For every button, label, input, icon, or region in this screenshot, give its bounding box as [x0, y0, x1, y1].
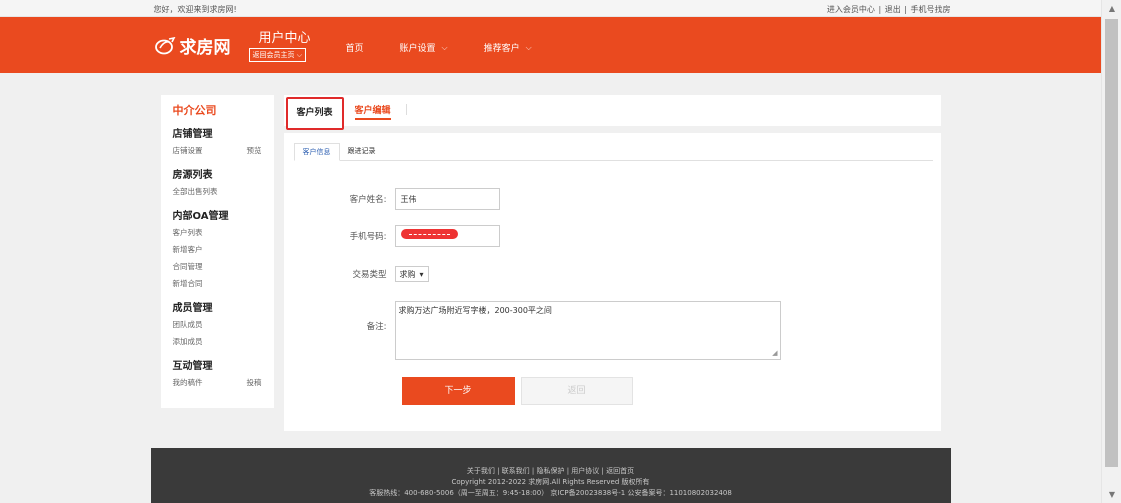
chevron-down-icon: ⌵: [296, 51, 303, 59]
back-to-member-home-button[interactable]: 返回会员主页 ⌵: [248, 48, 307, 62]
tab-customer-list[interactable]: 客户列表: [285, 97, 344, 130]
tab-follow-up-records[interactable]: 跟进记录: [340, 143, 384, 161]
sidebar-item-add-member[interactable]: 添加成员: [173, 335, 262, 352]
sidebar-company-title: 中介公司: [172, 104, 217, 117]
vertical-scrollbar[interactable]: ▲ ▼: [1101, 0, 1121, 503]
back-to-member-home-label: 返回会员主页: [252, 51, 295, 59]
next-button[interactable]: 下一步: [401, 377, 515, 405]
trade-type-select[interactable]: 求购 ▾: [394, 266, 429, 282]
name-field[interactable]: 王伟: [394, 188, 500, 210]
name-label: 客户姓名:: [349, 195, 387, 205]
sidebar-item-label: 我的稿件: [172, 378, 203, 387]
trade-type-value: 求购: [399, 269, 416, 279]
note-value: 求购万达广场附近写字楼，200-300平之间: [398, 306, 552, 315]
tab-customer-info[interactable]: 客户信息: [293, 143, 340, 161]
logo[interactable]: 求房网: [154, 33, 231, 58]
sidebar-item-add-contract[interactable]: 新增合同: [173, 277, 262, 294]
sidebar-item-contract-management[interactable]: 合同管理: [173, 260, 262, 277]
phone-field[interactable]: [394, 225, 500, 247]
sidebar-item-all-sale-list[interactable]: 全部出售列表: [173, 185, 262, 202]
logout-link[interactable]: 退出: [885, 5, 901, 14]
nav-item-label: 推荐客户: [483, 44, 520, 54]
nav-item-recommend-customers[interactable]: 推荐客户 ⌵: [483, 41, 532, 55]
sidebar: 中介公司 店铺管理 店铺设置 预览 房源列表 全部出售列表 内部OA管理 客户列…: [160, 95, 274, 408]
resize-handle-icon[interactable]: ◢: [772, 349, 777, 357]
content: 客户列表 客户编辑 客户信息 跟进记录 客户姓名: 王伟 手机号码: 交易类型 …: [283, 95, 941, 431]
sidebar-group-title: 内部OA管理: [172, 211, 229, 222]
main-nav: 首页 账户设置 ⌵ 推荐客户 ⌵: [346, 41, 568, 55]
sidebar-item-my-articles[interactable]: 我的稿件 投稿: [173, 376, 262, 393]
page: 您好，欢迎来到求房网! 进入会员中心 | 退出 | 手机号找房 求房网 用户中心: [0, 0, 1101, 503]
main: 中介公司 店铺管理 店铺设置 预览 房源列表 全部出售列表 内部OA管理 客户列…: [160, 73, 941, 431]
footer-contact: 客服热线：400-680-5006（周一至周五：9:45-18:00） 京ICP…: [369, 489, 732, 497]
redacted-phone-number: [400, 229, 458, 239]
footer-copyright: Copyright 2012-2022 求房网.All Rights Reser…: [451, 478, 650, 486]
top-bar: 您好，欢迎来到求房网! 进入会员中心 | 退出 | 手机号找房: [0, 0, 1101, 17]
note-label: 备注:: [366, 322, 387, 332]
sidebar-item-customer-list[interactable]: 客户列表: [173, 226, 262, 243]
sidebar-item-team-members[interactable]: 团队成员: [173, 318, 262, 335]
chevron-down-icon: ▾: [419, 269, 424, 279]
nav-item-label: 账户设置: [399, 44, 436, 54]
scroll-down-icon[interactable]: ▼: [1102, 486, 1121, 503]
welcome-text: 您好，欢迎来到求房网!: [153, 5, 237, 14]
phone-row: 手机号码:: [284, 225, 500, 247]
separator: |: [904, 5, 907, 14]
sidebar-item-submit[interactable]: 投稿: [247, 376, 262, 390]
chevron-down-icon: ⌵: [525, 42, 532, 52]
top-tabs: 客户列表 客户编辑: [283, 95, 941, 130]
chevron-down-icon: ⌵: [441, 42, 448, 52]
sidebar-item-add-customer[interactable]: 新增客户: [173, 243, 262, 260]
sidebar-group-title: 房源列表: [172, 170, 213, 181]
footer-links[interactable]: 关于我们 | 联系我们 | 隐私保护 | 用户协议 | 返回首页: [151, 466, 951, 477]
sidebar-group-title: 互动管理: [172, 361, 213, 372]
sub-tabs: 客户信息 跟进记录: [293, 143, 933, 161]
sidebar-item-label: 店铺设置: [172, 146, 203, 155]
scroll-thumb[interactable]: [1105, 19, 1118, 467]
nav-item-account-settings[interactable]: 账户设置 ⌵: [399, 41, 448, 55]
header: 求房网 用户中心 返回会员主页 ⌵ 首页 账户设置 ⌵ 推荐客户 ⌵: [0, 17, 1101, 73]
phone-label: 手机号码:: [349, 232, 387, 242]
top-links: 进入会员中心 | 退出 | 手机号找房: [827, 4, 951, 15]
separator: |: [878, 5, 882, 14]
member-center-link[interactable]: 进入会员中心: [827, 5, 875, 14]
tab-customer-edit[interactable]: 客户编辑: [354, 103, 391, 120]
brand-name: 求房网: [179, 38, 231, 58]
user-center-title: 用户中心: [258, 31, 311, 46]
sidebar-item-preview[interactable]: 预览: [247, 144, 262, 158]
note-row: 备注: 求购万达广场附近写字楼，200-300平之间 ◢: [284, 301, 781, 360]
name-row: 客户姓名: 王伟: [284, 188, 500, 210]
back-button[interactable]: 返回: [520, 377, 633, 405]
phone-search-link[interactable]: 手机号找房: [911, 5, 951, 14]
logo-icon: [154, 36, 175, 54]
type-label: 交易类型: [352, 270, 387, 280]
note-textarea[interactable]: 求购万达广场附近写字楼，200-300平之间 ◢: [394, 301, 781, 360]
edit-panel: 客户信息 跟进记录 客户姓名: 王伟 手机号码: 交易类型 求购 ▾ 备注: 求…: [283, 133, 941, 431]
nav-item-home[interactable]: 首页: [346, 41, 364, 54]
sidebar-group-title: 店铺管理: [172, 129, 213, 140]
scroll-up-icon[interactable]: ▲: [1102, 0, 1121, 17]
sidebar-item-store-settings[interactable]: 店铺设置 预览: [173, 144, 262, 161]
divider: [405, 104, 407, 115]
footer: 关于我们 | 联系我们 | 隐私保护 | 用户协议 | 返回首页 Copyrig…: [0, 448, 1101, 503]
nav-item-label: 首页: [345, 44, 364, 54]
type-row: 交易类型 求购 ▾: [284, 266, 429, 282]
sidebar-group-title: 成员管理: [172, 303, 213, 314]
